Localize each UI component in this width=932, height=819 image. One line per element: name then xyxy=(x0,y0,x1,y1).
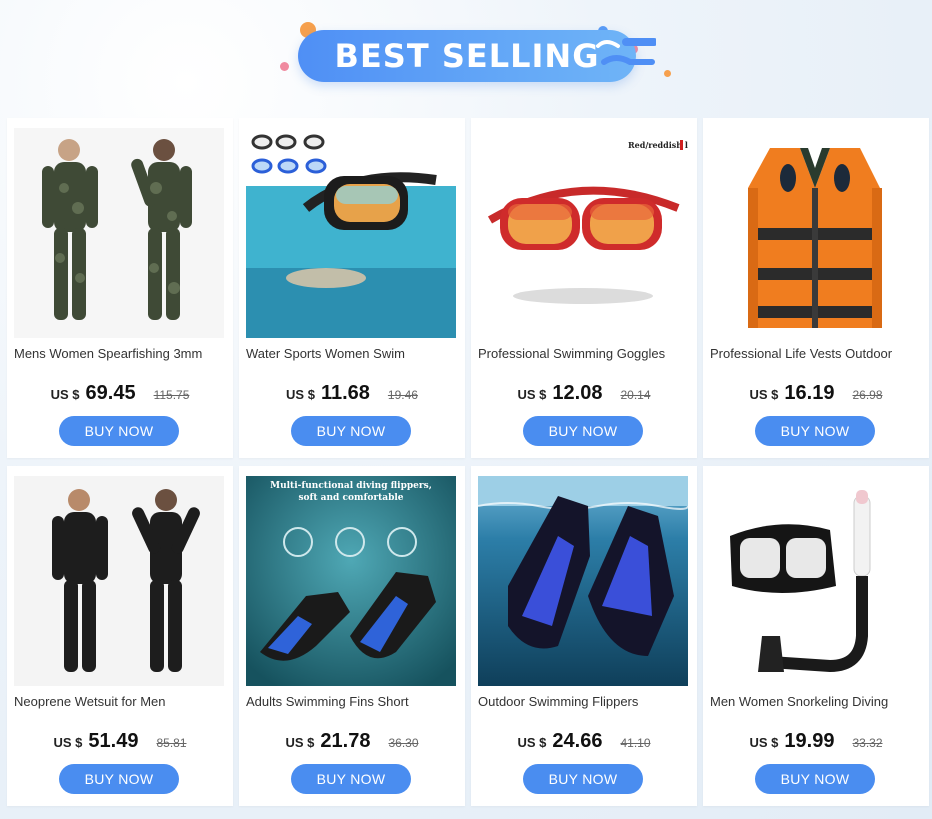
original-price: 19.46 xyxy=(387,388,418,402)
image-caption: Multi-functional diving flippers, xyxy=(270,481,432,491)
currency-label: US $ xyxy=(749,387,779,402)
buy-now-button[interactable]: BUY NOW xyxy=(291,416,411,446)
sale-price: 19.99 xyxy=(784,730,835,752)
currency-label: US $ xyxy=(53,735,83,750)
product-image[interactable] xyxy=(478,476,688,686)
sale-price: 69.45 xyxy=(85,382,136,404)
product-image[interactable] xyxy=(710,128,920,338)
sale-price: 51.49 xyxy=(88,730,139,752)
currency-label: US $ xyxy=(285,735,315,750)
product-card[interactable]: Water Sports Women Swim US $ 11.68 19.46 B… xyxy=(239,118,465,458)
price-row: US $ 19.99 33.32 xyxy=(703,730,929,754)
product-card[interactable]: Men Women Snorkeling Diving US $ 19.99 33.… xyxy=(703,466,929,806)
price-row: US $ 12.08 20.14 xyxy=(471,382,697,406)
product-image[interactable]: Multi-functional diving flippers, soft a… xyxy=(246,476,456,686)
price-row: US $ 11.68 19.46 xyxy=(239,382,465,406)
currency-label: US $ xyxy=(749,735,779,750)
sale-price: 21.78 xyxy=(320,730,371,752)
product-name[interactable]: Adults Swimming Fins Short xyxy=(246,694,458,714)
currency-label: US $ xyxy=(517,387,547,402)
product-grid: Mens Women Spearfishing 3mm US $ 69.45 115… xyxy=(7,118,929,814)
buy-now-button[interactable]: BUY NOW xyxy=(523,416,643,446)
product-card[interactable]: Professional Life Vests Outdoor US $ 16.1… xyxy=(703,118,929,458)
sale-price: 12.08 xyxy=(552,382,603,404)
price-row: US $ 16.19 26.98 xyxy=(703,382,929,406)
original-price: 115.75 xyxy=(153,388,190,402)
price-row: US $ 69.45 115.75 xyxy=(7,382,233,406)
image-caption: soft and comfortable xyxy=(298,493,403,503)
product-name[interactable]: Outdoor Swimming Flippers xyxy=(478,694,690,714)
product-name[interactable]: Men Women Snorkeling Diving xyxy=(710,694,922,714)
original-price: 26.98 xyxy=(852,388,883,402)
currency-label: US $ xyxy=(286,387,315,402)
buy-now-button[interactable]: BUY NOW xyxy=(59,764,179,794)
original-price: 33.32 xyxy=(852,736,883,750)
product-image[interactable]: Red/reddish lens xyxy=(478,128,688,338)
product-card[interactable]: Red/reddish lens Professional Swimming G… xyxy=(471,118,697,458)
buy-now-button[interactable]: BUY NOW xyxy=(523,764,643,794)
sale-price: 16.19 xyxy=(784,382,835,404)
original-price: 41.10 xyxy=(620,736,651,750)
decor-dot xyxy=(280,62,289,71)
banner-title: BEST SELLING xyxy=(334,37,600,75)
product-image[interactable] xyxy=(710,476,920,686)
product-name[interactable]: Mens Women Spearfishing 3mm xyxy=(14,346,226,366)
decor-dot xyxy=(664,70,671,77)
buy-now-button[interactable]: BUY NOW xyxy=(59,416,179,446)
product-image[interactable] xyxy=(246,128,456,338)
original-price: 85.81 xyxy=(156,736,187,750)
sale-price: 24.66 xyxy=(552,730,603,752)
product-card[interactable]: Outdoor Swimming Flippers US $ 24.66 41.10… xyxy=(471,466,697,806)
original-price: 20.14 xyxy=(620,388,651,402)
buy-now-button[interactable]: BUY NOW xyxy=(755,416,875,446)
buy-now-button[interactable]: BUY NOW xyxy=(755,764,875,794)
product-name[interactable]: Professional Swimming Goggles xyxy=(478,346,690,366)
product-card[interactable]: Multi-functional diving flippers, soft a… xyxy=(239,466,465,806)
sale-price: 11.68 xyxy=(320,382,370,404)
currency-label: US $ xyxy=(517,735,547,750)
original-price: 36.30 xyxy=(388,736,419,750)
product-image[interactable] xyxy=(14,128,224,338)
product-name[interactable]: Water Sports Women Swim xyxy=(246,346,458,366)
product-name[interactable]: Professional Life Vests Outdoor xyxy=(710,346,922,366)
product-card[interactable]: Neoprene Wetsuit for Men US $51.49 85.81 … xyxy=(7,466,233,806)
product-image[interactable] xyxy=(14,476,224,686)
price-row: US $ 51.49 85.81 xyxy=(7,730,233,754)
best-selling-banner: BEST SELLING xyxy=(0,0,932,116)
currency-label: US $ xyxy=(50,387,80,402)
price-row: US $ 21.78 36.30 xyxy=(239,730,465,754)
buy-now-button[interactable]: BUY NOW xyxy=(291,764,411,794)
price-row: US $ 24.66 41.10 xyxy=(471,730,697,754)
product-name[interactable]: Neoprene Wetsuit for Men xyxy=(14,694,226,714)
product-card[interactable]: Mens Women Spearfishing 3mm US $ 69.45 115… xyxy=(7,118,233,458)
image-caption: Red/reddish lens xyxy=(628,140,688,150)
